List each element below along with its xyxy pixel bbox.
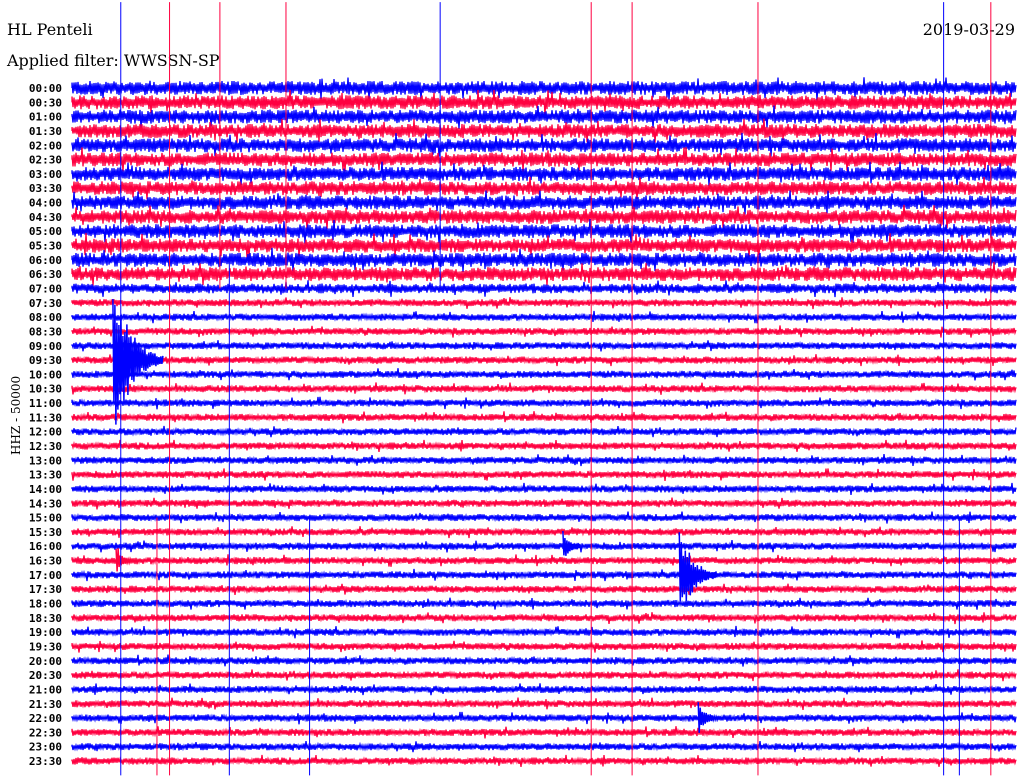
- row-time-label: 23:30: [29, 755, 62, 768]
- row-time-label: 05:00: [29, 225, 62, 238]
- row-time-label: 19:30: [29, 640, 62, 653]
- row-time-label: 03:00: [29, 168, 62, 181]
- row-time-label: 02:00: [29, 139, 62, 152]
- trace-line: [71, 597, 1017, 610]
- trace-line: [71, 497, 1017, 510]
- trace-line: [71, 454, 1017, 467]
- trace-line: [71, 726, 1017, 739]
- row-time-label: 14:30: [29, 497, 62, 510]
- row-time-label: 10:30: [29, 383, 62, 396]
- trace-line: [71, 511, 1017, 524]
- trace-line: [71, 697, 1017, 710]
- trace-line: [71, 711, 1017, 725]
- row-time-label: 15:00: [29, 512, 62, 525]
- trace-line: [71, 425, 1017, 438]
- trace-line: [71, 382, 1017, 395]
- trace-line: [71, 754, 1017, 767]
- row-time-label: 03:30: [29, 182, 62, 195]
- trace-line: [71, 612, 1017, 625]
- row-time-label: 13:00: [29, 454, 62, 467]
- trace-line: [71, 368, 1017, 381]
- row-time-label: 20:00: [29, 655, 62, 668]
- row-time-label: 22:30: [29, 726, 62, 739]
- trace-line: [71, 741, 1017, 753]
- trace-line: [71, 439, 1017, 452]
- row-time-label: 02:30: [29, 154, 62, 167]
- trace-line: [71, 118, 1017, 143]
- row-time-label: 19:00: [29, 626, 62, 639]
- trace-line: [71, 625, 1017, 639]
- row-time-label: 13:30: [29, 469, 62, 482]
- row-time-label: 21:00: [29, 683, 62, 696]
- trace-line: [71, 396, 1017, 410]
- trace-line: [71, 526, 1017, 539]
- helicorder-plot: 00:0000:30 01:0001:3002:00 02:3003:0003:30…: [29, 2, 1017, 776]
- trace-line: [71, 540, 1017, 553]
- trace-line: [71, 89, 1017, 115]
- trace-line: [71, 310, 1017, 324]
- row-time-label: 07:30: [29, 297, 62, 310]
- row-time-label: 12:30: [29, 440, 62, 453]
- row-time-label: 08:30: [29, 325, 62, 338]
- row-time-label: 18:00: [29, 598, 62, 611]
- trace-line: [71, 468, 1017, 481]
- trace-line: [71, 554, 1017, 567]
- trace-line: [71, 568, 1017, 582]
- row-time-label: 04:00: [29, 197, 62, 210]
- earthquake-event: [678, 532, 718, 602]
- trace-line: [71, 340, 1017, 352]
- trace-line: [71, 354, 1017, 367]
- row-time-label: 06:30: [29, 268, 62, 281]
- row-time-label: 17:00: [29, 569, 62, 582]
- row-time-label: 10:00: [29, 368, 62, 381]
- trace-line: [71, 683, 1017, 696]
- row-time-label: 16:30: [29, 555, 62, 568]
- row-time-label: 22:00: [29, 712, 62, 725]
- trace-line: [71, 654, 1017, 667]
- trace-line: [71, 325, 1017, 338]
- row-time-label: 11:30: [29, 411, 62, 424]
- row-time-label: 05:30: [29, 240, 62, 253]
- row-time-label: 04:30: [29, 211, 62, 224]
- trace-line: [71, 411, 1017, 424]
- trace-line: [71, 176, 1017, 200]
- row-time-label: 09:30: [29, 354, 62, 367]
- row-time-label: 00:00: [29, 82, 62, 95]
- trace-line: [71, 297, 1017, 310]
- trace-line: [71, 669, 1017, 682]
- row-time-label: 06:00: [29, 254, 62, 267]
- row-time-label: 01:00: [29, 111, 62, 124]
- row-time-label: 21:30: [29, 698, 62, 711]
- row-time-label: 14:00: [29, 483, 62, 496]
- row-time-label: 16:00: [29, 540, 62, 553]
- row-time-label: 01:30: [29, 125, 62, 138]
- trace-line: [71, 640, 1017, 653]
- row-time-label: 00:30: [29, 96, 62, 109]
- row-time-label: 07:00: [29, 282, 62, 295]
- row-time-label: 12:00: [29, 426, 62, 439]
- row-time-label: 17:30: [29, 583, 62, 596]
- earthquake-event: [697, 702, 724, 733]
- row-time-label: 18:30: [29, 612, 62, 625]
- row-time-label: 11:00: [29, 397, 62, 410]
- trace-line: [71, 280, 1017, 298]
- trace-line: [71, 482, 1017, 495]
- trace-line: [71, 583, 1017, 595]
- row-time-label: 09:00: [29, 340, 62, 353]
- row-time-label: 15:30: [29, 526, 62, 539]
- row-time-label: 23:00: [29, 741, 62, 754]
- row-time-label: 20:30: [29, 669, 62, 682]
- row-time-label: 08:00: [29, 311, 62, 324]
